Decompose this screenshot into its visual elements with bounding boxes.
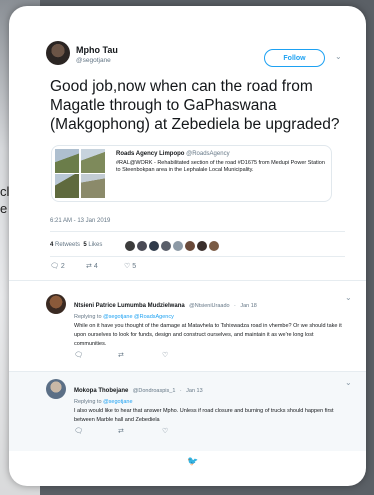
- tweet-text: Good job,now when can the road from Maga…: [50, 78, 340, 133]
- author-avatar[interactable]: [46, 41, 70, 65]
- divider: [50, 231, 345, 232]
- liker-avatar[interactable]: [185, 241, 195, 251]
- author-name[interactable]: Mpho Tau: [76, 45, 118, 55]
- like-button[interactable]: ♡: [162, 351, 168, 359]
- liker-avatar[interactable]: [173, 241, 183, 251]
- like-button[interactable]: ♡ 5: [124, 262, 136, 270]
- quoted-account-handle: @RoadsAgency: [186, 151, 230, 157]
- reply-item: Ntsieni Patrice Lumumba Mudzielwana @Nts…: [74, 294, 342, 349]
- liker-avatar[interactable]: [209, 241, 219, 251]
- reply-author-handle[interactable]: @Dondroaspis_1: [133, 388, 176, 394]
- reply-icon: 🗨: [50, 263, 59, 270]
- reply-author-name[interactable]: Mokopa Thobejane: [74, 388, 128, 394]
- reply-text: While on it have you thought of the dama…: [74, 323, 342, 347]
- reply-icon: 🗨: [74, 428, 83, 435]
- timestamp[interactable]: 6:21 AM - 13 Jan 2019: [50, 218, 110, 224]
- liker-avatar[interactable]: [137, 241, 147, 251]
- quoted-account-name: Roads Agency Limpopo: [116, 151, 185, 157]
- reply-header: Ntsieni Patrice Lumumba Mudzielwana @Nts…: [74, 303, 257, 309]
- reply-author-name[interactable]: Ntsieni Patrice Lumumba Mudzielwana: [74, 303, 185, 309]
- reply-date[interactable]: Jan 13: [186, 388, 203, 394]
- link-card[interactable]: Roads Agency Limpopo @RoadsAgency #RAL@W…: [51, 145, 332, 202]
- background-text: cl e: [0, 184, 10, 216]
- liker-avatar[interactable]: [149, 241, 159, 251]
- like-button[interactable]: ♡: [162, 427, 168, 435]
- chevron-down-icon[interactable]: ⌄: [335, 52, 342, 61]
- reply-header: Mokopa Thobejane @Dondroaspis_1 · Jan 13: [74, 388, 203, 394]
- liker-avatar[interactable]: [197, 241, 207, 251]
- quoted-account: Roads Agency Limpopo @RoadsAgency: [116, 151, 230, 157]
- divider: [9, 280, 366, 281]
- chevron-down-icon[interactable]: ⌄: [345, 293, 352, 302]
- divider: [9, 371, 366, 372]
- reply-avatar[interactable]: [46, 379, 66, 399]
- twitter-bird-icon: 🐦: [187, 456, 199, 466]
- mention-link[interactable]: @segotjane @RoadsAgency: [103, 314, 174, 320]
- like-count: 5: [132, 263, 137, 270]
- reply-text: I also would like to hear that answer Mp…: [74, 408, 334, 423]
- thumbnail-image: [55, 174, 79, 198]
- reply-avatar[interactable]: [46, 294, 66, 314]
- thumbnail-image: [55, 149, 79, 173]
- retweet-icon: ⇄: [118, 352, 124, 359]
- reply-button[interactable]: 🗨 2: [50, 262, 65, 270]
- author-handle[interactable]: @segotjane: [76, 57, 111, 64]
- retweet-button[interactable]: ⇄: [118, 351, 124, 359]
- mention-link[interactable]: @segotjane: [103, 399, 132, 405]
- retweet-icon: ⇄: [118, 428, 124, 435]
- heart-icon: ♡: [162, 428, 169, 435]
- engagement-stats: 4 Retweets 5 Likes: [50, 242, 102, 248]
- reply-item: Mokopa Thobejane @Dondroaspis_1 · Jan 13…: [74, 379, 342, 425]
- tweet-card: Mpho Tau @segotjane Follow ⌄ Good job,no…: [9, 6, 366, 486]
- retweets-count[interactable]: 4: [50, 242, 53, 248]
- replying-to: Replying to @segotjane @RoadsAgency: [74, 314, 174, 320]
- liker-avatar[interactable]: [161, 241, 171, 251]
- retweet-button[interactable]: ⇄ 4: [86, 262, 98, 270]
- thumbnail-image: [81, 174, 105, 198]
- reply-count: 2: [60, 263, 65, 270]
- heart-icon: ♡: [162, 352, 169, 359]
- retweet-button[interactable]: ⇄: [118, 427, 124, 435]
- divider: [50, 256, 345, 257]
- retweet-icon: ⇄: [86, 263, 92, 270]
- reply-button[interactable]: 🗨: [74, 427, 83, 435]
- retweet-count: 4: [93, 263, 98, 270]
- quoted-text: #RAL@WORK - Rehabilitated section of the…: [116, 160, 325, 173]
- reply-button[interactable]: 🗨: [74, 351, 83, 359]
- reply-icon: 🗨: [74, 352, 83, 359]
- heart-icon: ♡: [124, 263, 131, 270]
- thumbnail-image: [81, 149, 105, 173]
- reply-author-handle[interactable]: @NtsieniUraado: [189, 303, 229, 309]
- likes-count[interactable]: 5: [83, 242, 86, 248]
- replying-to: Replying to @segotjane: [74, 399, 133, 405]
- retweets-label[interactable]: Retweets: [55, 242, 80, 248]
- chevron-down-icon[interactable]: ⌄: [345, 378, 352, 387]
- liker-avatar[interactable]: [125, 241, 135, 251]
- follow-button[interactable]: Follow: [264, 49, 325, 67]
- reply-date[interactable]: Jan 18: [240, 303, 257, 309]
- likes-label[interactable]: Likes: [88, 242, 102, 248]
